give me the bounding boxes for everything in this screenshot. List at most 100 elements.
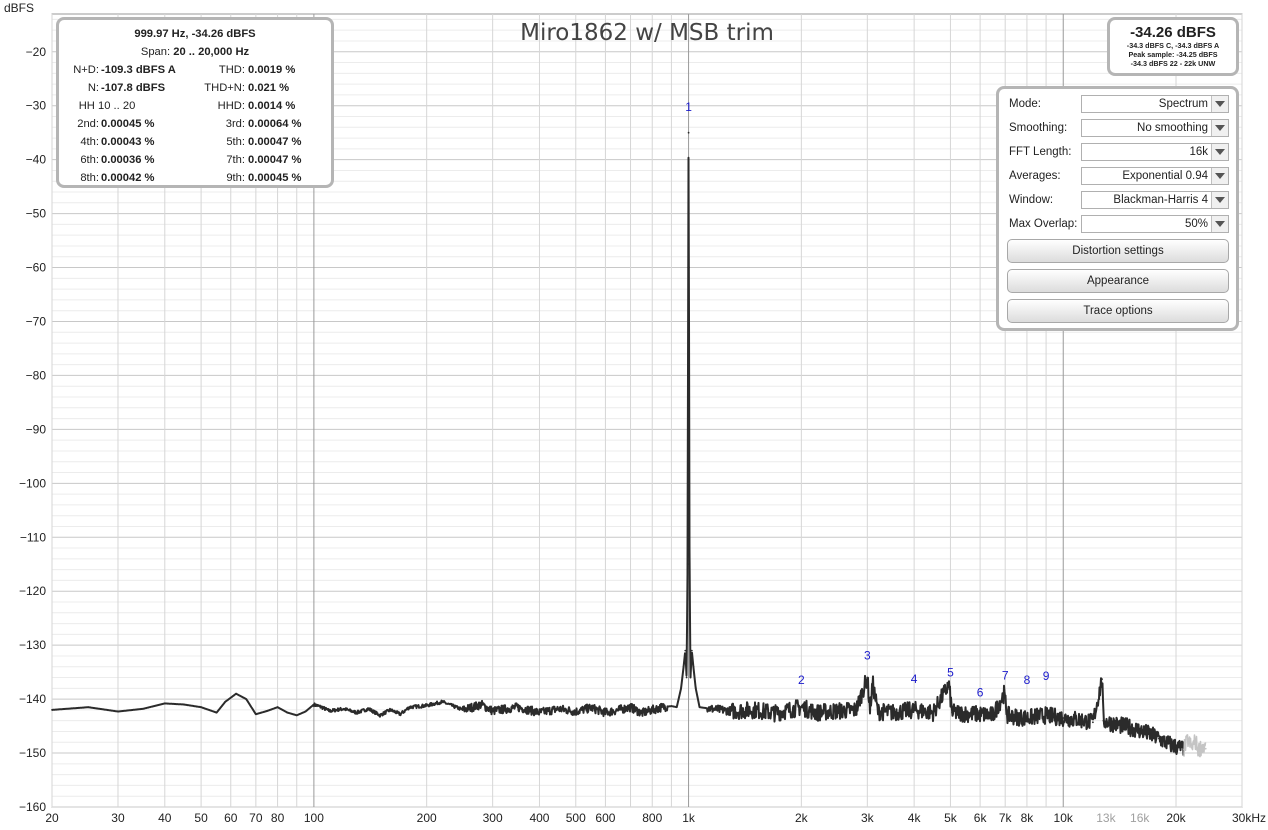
window-row: Window: Blackman-Harris 4 xyxy=(1007,191,1231,211)
stat-value: 0.00045 % xyxy=(101,118,155,130)
stat-row: N: -107.8 dBFS THD+N: 0.021 % xyxy=(59,80,331,96)
x-tick-label: 400 xyxy=(529,811,549,825)
data-point xyxy=(1201,744,1204,746)
averages-label: Averages: xyxy=(1009,170,1061,182)
data-point xyxy=(200,706,203,709)
data-point xyxy=(685,676,688,679)
x-tick-label: 20k xyxy=(1166,811,1186,825)
data-point xyxy=(965,712,967,715)
fft-length-row: FFT Length: 16k xyxy=(1007,143,1231,163)
level-main: -34.26 dBFS xyxy=(1130,24,1216,41)
span-value: 20 .. 20,000 Hz xyxy=(173,46,250,58)
x-tick-label: 30 xyxy=(111,811,125,825)
data-point xyxy=(836,710,839,712)
averages-select[interactable]: Exponential 0.94 xyxy=(1081,167,1229,185)
data-point xyxy=(698,706,701,709)
data-point xyxy=(670,705,673,707)
data-point xyxy=(604,711,607,714)
data-point xyxy=(688,266,690,269)
stat-value: 0.00047 % xyxy=(248,154,302,166)
harmonic-marker: 6 xyxy=(977,685,984,699)
appearance-button[interactable]: Appearance xyxy=(1007,269,1229,293)
data-point xyxy=(1190,746,1193,749)
stat-row: 2nd: 0.00045 % 3rd: 0.00064 % xyxy=(59,116,331,132)
stat-value: -109.3 dBFS A xyxy=(101,64,176,76)
data-point xyxy=(640,712,643,714)
stat-label: 7th: xyxy=(226,154,245,166)
x-tick-label: 4k xyxy=(908,811,922,825)
data-point xyxy=(342,707,345,710)
x-tick-label: 3k xyxy=(861,811,875,825)
data-point xyxy=(557,707,560,710)
fft-length-label: FFT Length: xyxy=(1009,146,1072,158)
data-point xyxy=(313,703,315,706)
x-tick-label: 16k xyxy=(1130,811,1150,825)
data-point xyxy=(617,709,620,711)
data-point xyxy=(661,706,663,709)
data-point xyxy=(1003,692,1005,695)
data-point xyxy=(891,711,894,714)
y-tick-label: −80 xyxy=(26,368,47,382)
x-tick-label: 40 xyxy=(158,811,172,825)
stat-label: 8th: xyxy=(80,172,99,184)
x-tick-label: 200 xyxy=(417,811,437,825)
data-point xyxy=(1092,721,1094,724)
data-point xyxy=(687,131,690,134)
mode-value: Spectrum xyxy=(1158,98,1208,110)
stats-panel: 999.97 Hz, -34.26 dBFS Span: 20 .. 20,00… xyxy=(56,17,334,188)
data-point xyxy=(694,687,697,690)
stat-value: 0.00036 % xyxy=(101,154,155,166)
fft-length-select[interactable]: 16k xyxy=(1081,143,1229,161)
data-point xyxy=(690,649,693,652)
x-tick-label: 13k xyxy=(1096,811,1116,825)
data-point xyxy=(866,676,869,679)
x-tick-label: 10k xyxy=(1054,811,1074,825)
stat-label: THD: xyxy=(218,64,245,76)
data-point xyxy=(516,706,519,709)
x-tick-label: 80 xyxy=(271,811,285,825)
y-axis-label: dBFS xyxy=(4,1,34,15)
max-overlap-row: Max Overlap: 50% xyxy=(1007,215,1231,235)
x-tick-label: 600 xyxy=(595,811,615,825)
smoothing-value: No smoothing xyxy=(1137,122,1208,134)
x-tick-label: 60 xyxy=(224,811,238,825)
data-point xyxy=(932,711,935,714)
data-point xyxy=(1006,714,1009,717)
chart-title: Miro1862 w/ MSB trim xyxy=(520,20,774,46)
stat-value: 0.0019 % xyxy=(248,64,296,76)
data-point xyxy=(235,692,238,695)
max-overlap-select[interactable]: 50% xyxy=(1081,215,1229,233)
data-point xyxy=(692,665,695,668)
data-point xyxy=(689,676,692,679)
chevron-down-icon xyxy=(1211,144,1228,160)
window-value: Blackman-Harris 4 xyxy=(1113,194,1208,206)
x-tick-label: 8k xyxy=(1021,811,1035,825)
stat-row: 8th: 0.00042 % 9th: 0.00045 % xyxy=(59,170,331,186)
data-point xyxy=(254,713,257,716)
window-select[interactable]: Blackman-Harris 4 xyxy=(1081,191,1229,209)
harmonic-marker: 8 xyxy=(1024,673,1031,687)
y-tick-label: −60 xyxy=(26,261,47,275)
stat-value: 0.00045 % xyxy=(248,172,302,184)
stat-label: 3rd: xyxy=(225,118,245,130)
y-tick-label: −50 xyxy=(26,207,47,221)
data-point xyxy=(1117,724,1119,726)
data-point xyxy=(163,702,166,705)
stat-value: 0.0014 % xyxy=(248,100,296,112)
chevron-down-icon xyxy=(1211,168,1228,184)
distortion-settings-button[interactable]: Distortion settings xyxy=(1007,239,1229,263)
stat-label: 6th: xyxy=(80,154,99,166)
data-point xyxy=(774,712,776,714)
x-tick-label: 1k xyxy=(682,811,696,825)
chevron-down-icon xyxy=(1211,216,1228,232)
stat-row: HH 10 .. 20 HHD: 0.0014 % xyxy=(59,98,331,114)
data-point xyxy=(816,711,818,714)
x-tick-label: 70 xyxy=(249,811,263,825)
mode-row: Mode: Spectrum xyxy=(1007,95,1231,115)
data-point xyxy=(304,710,307,713)
trace-options-button[interactable]: Trace options xyxy=(1007,299,1229,323)
data-point xyxy=(1175,745,1177,748)
data-point xyxy=(1077,718,1080,721)
mode-select[interactable]: Spectrum xyxy=(1081,95,1229,113)
smoothing-select[interactable]: No smoothing xyxy=(1081,119,1229,137)
